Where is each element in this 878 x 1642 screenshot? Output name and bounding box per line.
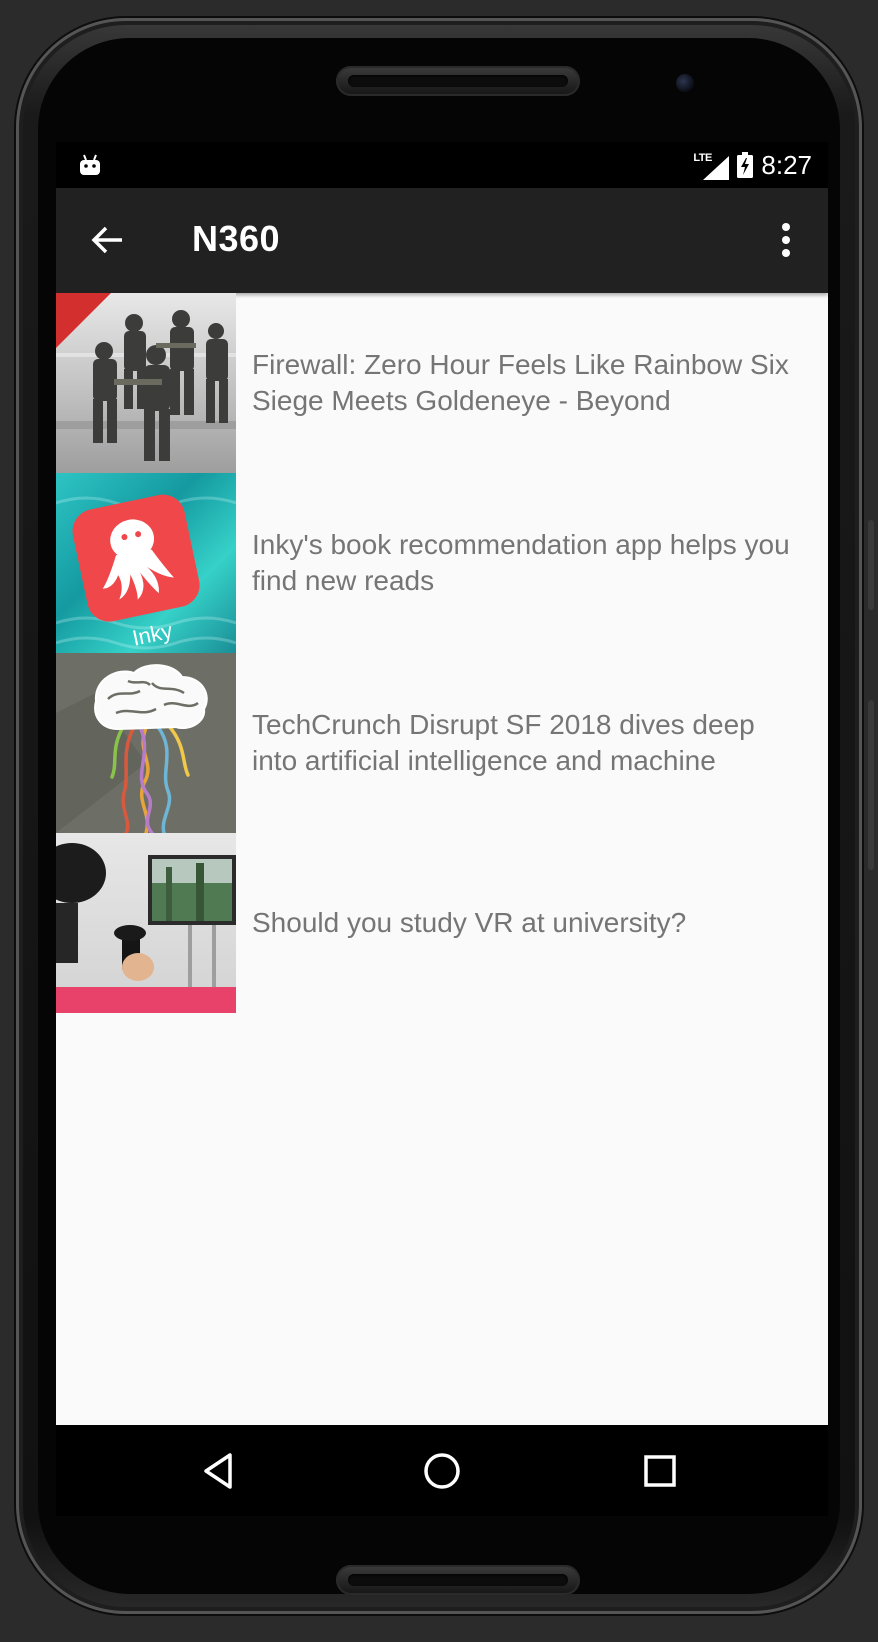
inky-app-logo-image: Inky — [56, 473, 236, 653]
earpiece-speaker — [336, 66, 580, 96]
arrow-back-icon[interactable] — [88, 220, 128, 260]
article-list: Firewall: Zero Hour Feels Like Rainbow S… — [56, 293, 828, 1013]
vr-headset-photo — [56, 833, 236, 1013]
clock: 8:27 — [761, 149, 812, 180]
power-button — [868, 700, 874, 870]
status-indicators: LTE 8:27 — [693, 148, 812, 182]
article-title: Firewall: Zero Hour Feels Like Rainbow S… — [252, 349, 789, 416]
nav-home-icon[interactable] — [418, 1447, 466, 1495]
article-title: Inky's book recommendation app helps you… — [252, 529, 790, 596]
article-item[interactable]: Inky Inky's book recommendation app help… — [56, 473, 828, 653]
article-title: TechCrunch Disrupt SF 2018 dives deep in… — [252, 709, 755, 776]
front-camera — [676, 74, 694, 92]
signal-icon: LTE — [693, 150, 730, 180]
app-bar: N360 — [56, 188, 828, 293]
app-title: N360 — [192, 218, 281, 259]
nav-back-icon[interactable] — [196, 1447, 244, 1495]
android-debug-icon — [80, 154, 100, 175]
volume-button — [868, 520, 874, 610]
status-bar: LTE 8:27 — [56, 142, 828, 188]
article-title: Should you study VR at university? — [252, 907, 687, 938]
more-vert-icon[interactable] — [766, 218, 806, 262]
brain-wires-illustration — [56, 653, 236, 833]
system-nav-bar — [56, 1425, 828, 1516]
article-item[interactable]: Firewall: Zero Hour Feels Like Rainbow S… — [56, 293, 828, 473]
soldiers-squad-image — [56, 293, 236, 473]
article-item[interactable]: TechCrunch Disrupt SF 2018 dives deep in… — [56, 653, 828, 833]
screen: LTE 8:27 N360 Firewall: Zero Hour Feels … — [56, 142, 828, 1516]
nav-recents-icon[interactable] — [636, 1447, 684, 1495]
battery-charging-icon — [737, 152, 754, 178]
article-item[interactable]: Should you study VR at university? — [56, 833, 828, 1013]
bottom-speaker — [336, 1565, 580, 1595]
